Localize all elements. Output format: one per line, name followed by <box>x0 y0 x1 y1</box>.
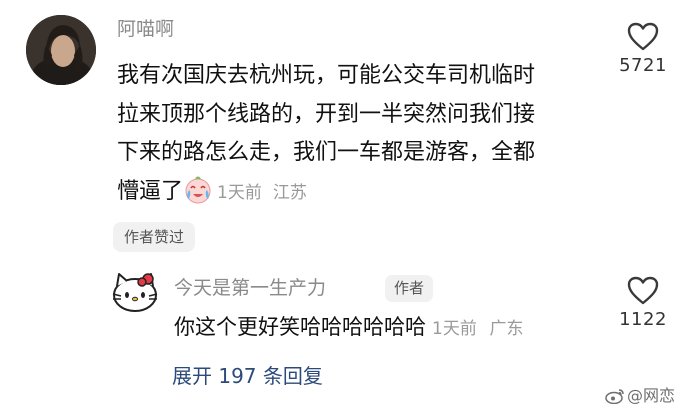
reply-content: 你这个更好笑哈哈哈哈哈哈 <box>174 315 426 339</box>
comment-username[interactable]: 阿喵啊 <box>117 17 174 41</box>
comment-text: 我有次国庆去杭州玩，可能公交车司机临时 拉来顶那个线路的，开到一半突然问我们接 … <box>117 57 611 212</box>
reply-like-button[interactable]: 1122 <box>603 276 683 330</box>
comment-location: 江苏 <box>272 182 307 203</box>
comment-last-line: 懵逼了 1天前 江苏 <box>117 173 611 213</box>
comment-line: 下来的路怎么走，我们一车都是游客，全都 <box>117 140 536 165</box>
author-tag-badge: 作者 <box>385 275 434 302</box>
comment-line: 拉来顶那个线路的，开到一半突然问我们接 <box>117 101 536 127</box>
avatar-portrait-image <box>26 15 96 85</box>
like-count: 1122 <box>619 309 667 330</box>
reply-location: 广东 <box>489 319 524 339</box>
weibo-icon <box>605 388 625 405</box>
expand-replies-link[interactable]: 展开 197 条回复 <box>172 362 323 390</box>
watermark-text: @网恋 <box>627 386 676 405</box>
crying-laughing-face-icon <box>183 175 213 205</box>
author-liked-badge: 作者赞过 <box>113 222 196 252</box>
reply-text: 你这个更好笑哈哈哈哈哈哈 1天前 广东 <box>174 313 524 343</box>
heart-outline-icon <box>627 22 659 51</box>
reply-time: 1天前 <box>432 319 477 339</box>
hello-kitty-avatar-icon <box>112 273 158 312</box>
avatar[interactable] <box>26 15 96 85</box>
reply-username[interactable]: 今天是第一生产力 <box>174 276 326 300</box>
comment-line: 我有次国庆去杭州玩，可能公交车司机临时 <box>117 63 536 88</box>
heart-outline-icon <box>627 276 659 305</box>
watermark: @网恋 <box>605 385 675 407</box>
comment-like-button[interactable]: 5721 <box>603 22 683 76</box>
avatar[interactable] <box>111 270 159 314</box>
comment-time: 1天前 <box>217 182 262 203</box>
like-count: 5721 <box>619 55 667 76</box>
comment-line: 懵逼了 <box>117 178 184 204</box>
